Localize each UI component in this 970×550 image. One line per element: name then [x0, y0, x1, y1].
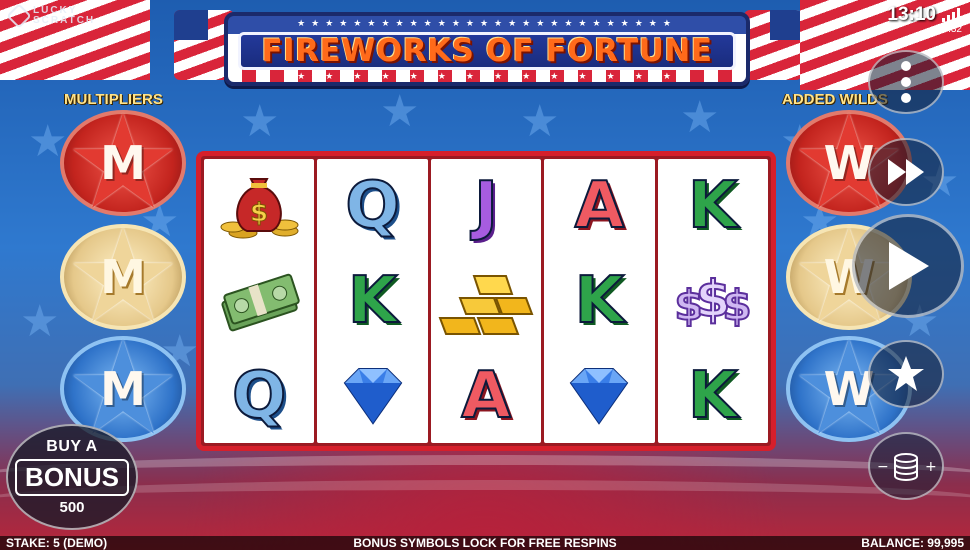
symbol-k: K [347, 264, 399, 338]
reel-cell [317, 348, 427, 443]
medal-letter: M [100, 136, 146, 190]
reel-2: Q K [317, 159, 428, 443]
fast-forward-icon [888, 159, 924, 185]
symbol-k: K [574, 264, 626, 338]
autoplay-button[interactable] [868, 340, 944, 408]
diamond-icon [343, 367, 402, 425]
reel-4: A K [544, 159, 655, 443]
buy-bonus-button[interactable]: BUY A BONUS 500 [6, 424, 138, 530]
reel-cell: A [544, 159, 654, 254]
symbol-q: Q [231, 358, 287, 433]
symbol-k: K [687, 169, 739, 244]
symbol-a: A [574, 169, 626, 244]
symbol-j: J [473, 169, 499, 244]
multiplier-medal-red: ★ M [60, 97, 186, 227]
svg-text:+: + [925, 459, 937, 475]
turbo-button[interactable] [868, 138, 944, 206]
reel-cell: $ $ $ [658, 254, 768, 349]
logo-mark-icon [6, 3, 32, 29]
svg-text:$: $ [250, 198, 268, 228]
buy-bonus-label: BUY A [46, 438, 98, 455]
symbol-k: K [687, 358, 739, 433]
dollar-sign-icon: $ $ $ [673, 269, 752, 331]
diamond-icon [570, 367, 629, 425]
reel-cell: Q [204, 348, 314, 443]
status-bar: STAKE: 5 (DEMO) BONUS SYMBOLS LOCK FOR F… [0, 536, 970, 550]
star-icon [888, 356, 924, 391]
reel-cell: K [658, 159, 768, 254]
spin-button[interactable] [852, 214, 964, 318]
reel-cell [544, 348, 654, 443]
brand-logo: LUCKY SCRATCH [6, 3, 96, 29]
reel-3: J A [430, 159, 542, 443]
flag-right-of-title [744, 10, 802, 80]
svg-text:$: $ [722, 281, 751, 330]
medal-letter: M [100, 250, 146, 304]
game-title-banner: ★★★★★★★★★★★★★★★★★★★★★★★★★★★ FIREWORKS OF… [224, 12, 750, 86]
medal-letter: M [100, 362, 146, 416]
reel-cell [204, 254, 314, 349]
svg-text:−: − [877, 459, 889, 475]
reel-cell: K [317, 254, 427, 349]
play-icon [889, 242, 929, 290]
signal-strength-icon [942, 8, 960, 22]
reel-cell: Q [317, 159, 427, 254]
menu-button[interactable] [868, 50, 944, 114]
buy-bonus-price: 500 [59, 499, 85, 516]
symbol-q: Q [344, 169, 400, 244]
medal-letter: W [823, 136, 875, 190]
reels-frame: $ Q Q K J A A K K $ $ $ K [196, 151, 776, 451]
session-timer: 00:32 [936, 24, 962, 35]
reel-1: $ Q [204, 159, 315, 443]
clock: 13:10 [887, 4, 936, 25]
reel-cell [431, 254, 541, 349]
reel-cell: J [431, 159, 541, 254]
gold-bars-icon [438, 275, 534, 335]
reel-cell: A [431, 348, 541, 443]
stake-selector-button[interactable]: − + [868, 432, 944, 500]
medal-letter: W [823, 362, 875, 416]
menu-dots-icon [901, 61, 911, 103]
banner-stars-icon: ★★★★★★★★★★★★★★★★★★★★★★★★★★★ [297, 18, 677, 28]
money-bag-icon: $ [220, 178, 299, 239]
reel-5: K $ $ $ K [657, 159, 769, 443]
reel-cell: K [658, 348, 768, 443]
game-title: FIREWORKS OF FORTUNE [261, 33, 713, 69]
cash-stack-icon [221, 273, 300, 332]
buy-bonus-title: BONUS [15, 459, 129, 496]
logo-text-line2: SCRATCH [33, 15, 96, 26]
game-message: BONUS SYMBOLS LOCK FOR FREE RESPINS [353, 536, 617, 550]
reel-cell: $ [204, 159, 314, 254]
banner-stars-icon: ★★★★★★★★★★★★★★★★★★★★★★★★★★★ [297, 71, 677, 81]
symbol-a: A [460, 358, 512, 433]
coin-stack-icon: − + [877, 453, 937, 481]
background-wave [0, 480, 970, 520]
balance-label: BALANCE: 99,995 [861, 536, 964, 550]
reel-cell: K [544, 254, 654, 349]
